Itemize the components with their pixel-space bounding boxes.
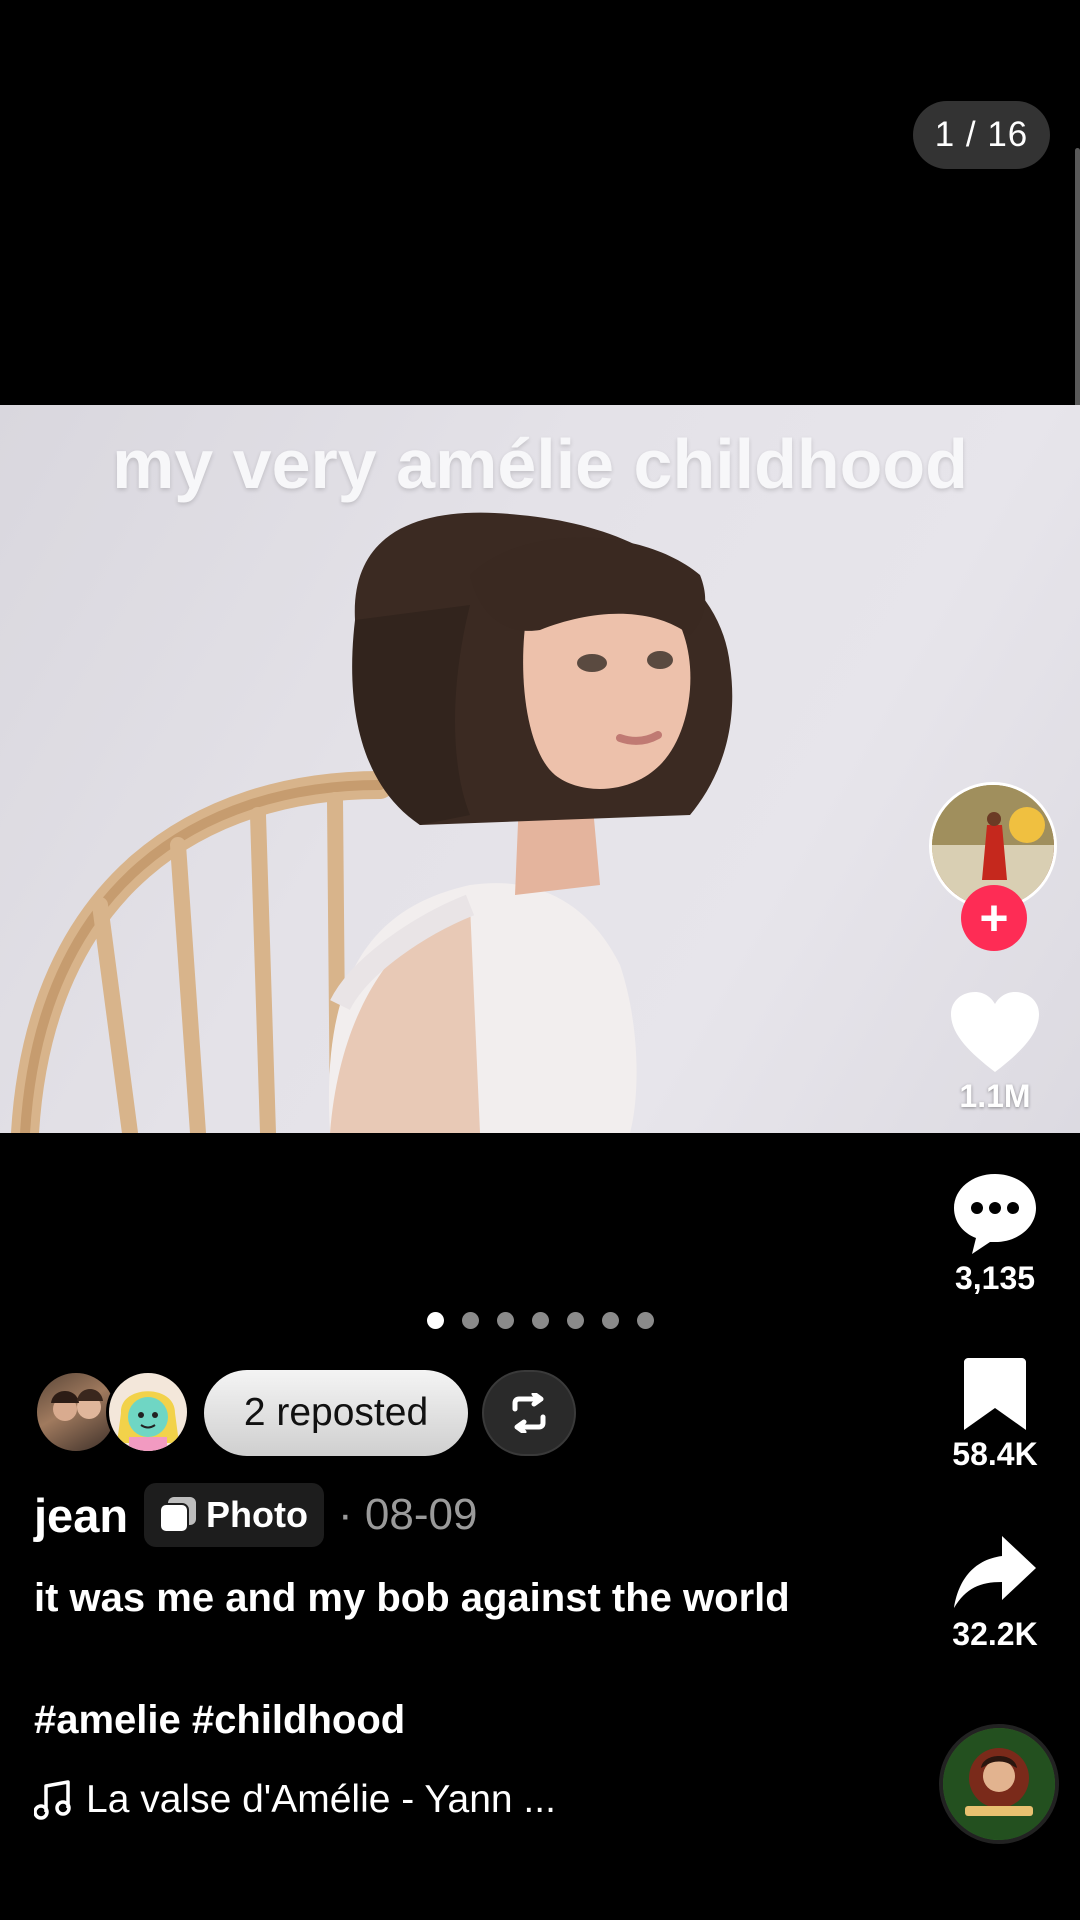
- carousel-pagination[interactable]: [0, 1312, 1080, 1329]
- save-action[interactable]: 58.4K: [930, 1356, 1060, 1473]
- bookmark-icon: [964, 1358, 1026, 1430]
- comment-count: 3,135: [954, 1260, 1036, 1296]
- music-disc-art: [943, 1728, 1055, 1840]
- reposter-avatar[interactable]: [106, 1370, 190, 1454]
- photo-page-counter: 1 / 16: [913, 101, 1050, 169]
- post-hashtags[interactable]: #amelie #childhood: [34, 1698, 405, 1743]
- repost-button[interactable]: [482, 1370, 576, 1456]
- carousel-dot[interactable]: [601, 1312, 619, 1329]
- carousel-dot[interactable]: [636, 1312, 654, 1329]
- carousel-dot[interactable]: [461, 1312, 479, 1329]
- post-caption[interactable]: it was me and my bob against the world: [34, 1570, 824, 1626]
- carousel-dot[interactable]: [566, 1312, 584, 1329]
- music-note-icon: [34, 1780, 71, 1820]
- reposted-label[interactable]: 2 reposted: [204, 1370, 468, 1456]
- follow-plus-icon[interactable]: +: [961, 885, 1027, 951]
- carousel-dot[interactable]: [496, 1312, 514, 1329]
- photo-stack-icon: [159, 1497, 197, 1533]
- music-disc[interactable]: [939, 1724, 1059, 1844]
- save-count: 58.4K: [952, 1436, 1038, 1472]
- carousel-dot[interactable]: [426, 1312, 444, 1329]
- video-feed-screen: 1 / 16 my very amélie childhood + 1.1M 3…: [0, 0, 1080, 1920]
- repost-icon: [512, 1393, 546, 1433]
- share-count: 32.2K: [952, 1616, 1038, 1652]
- photo-badge-label: Photo: [206, 1494, 309, 1535]
- reposter-avatar-image: [51, 1389, 103, 1421]
- music-title: La valse d'Amélie - Yann ...: [86, 1778, 556, 1821]
- author-line: jean Photo · 08-09: [34, 1480, 477, 1550]
- comment-bubble-icon: [954, 1174, 1036, 1254]
- comment-action[interactable]: 3,135: [930, 1170, 1060, 1297]
- reposter-avatar-image: [117, 1391, 179, 1451]
- post-date: · 08-09: [338, 1490, 478, 1539]
- post-photo[interactable]: [0, 405, 1080, 1133]
- photo-badge: Photo: [144, 1483, 325, 1547]
- heart-icon: [951, 992, 1039, 1072]
- music-line[interactable]: La valse d'Amélie - Yann ...: [34, 1778, 556, 1822]
- share-action[interactable]: 32.2K: [930, 1532, 1060, 1653]
- photo-overlay-text: my very amélie childhood: [112, 425, 968, 503]
- like-count: 1.1M: [959, 1078, 1031, 1114]
- like-action[interactable]: 1.1M: [930, 990, 1060, 1115]
- carousel-dot[interactable]: [531, 1312, 549, 1329]
- photo-illustration: [11, 512, 733, 1133]
- author-username[interactable]: jean: [34, 1488, 128, 1543]
- share-arrow-icon: [954, 1536, 1036, 1608]
